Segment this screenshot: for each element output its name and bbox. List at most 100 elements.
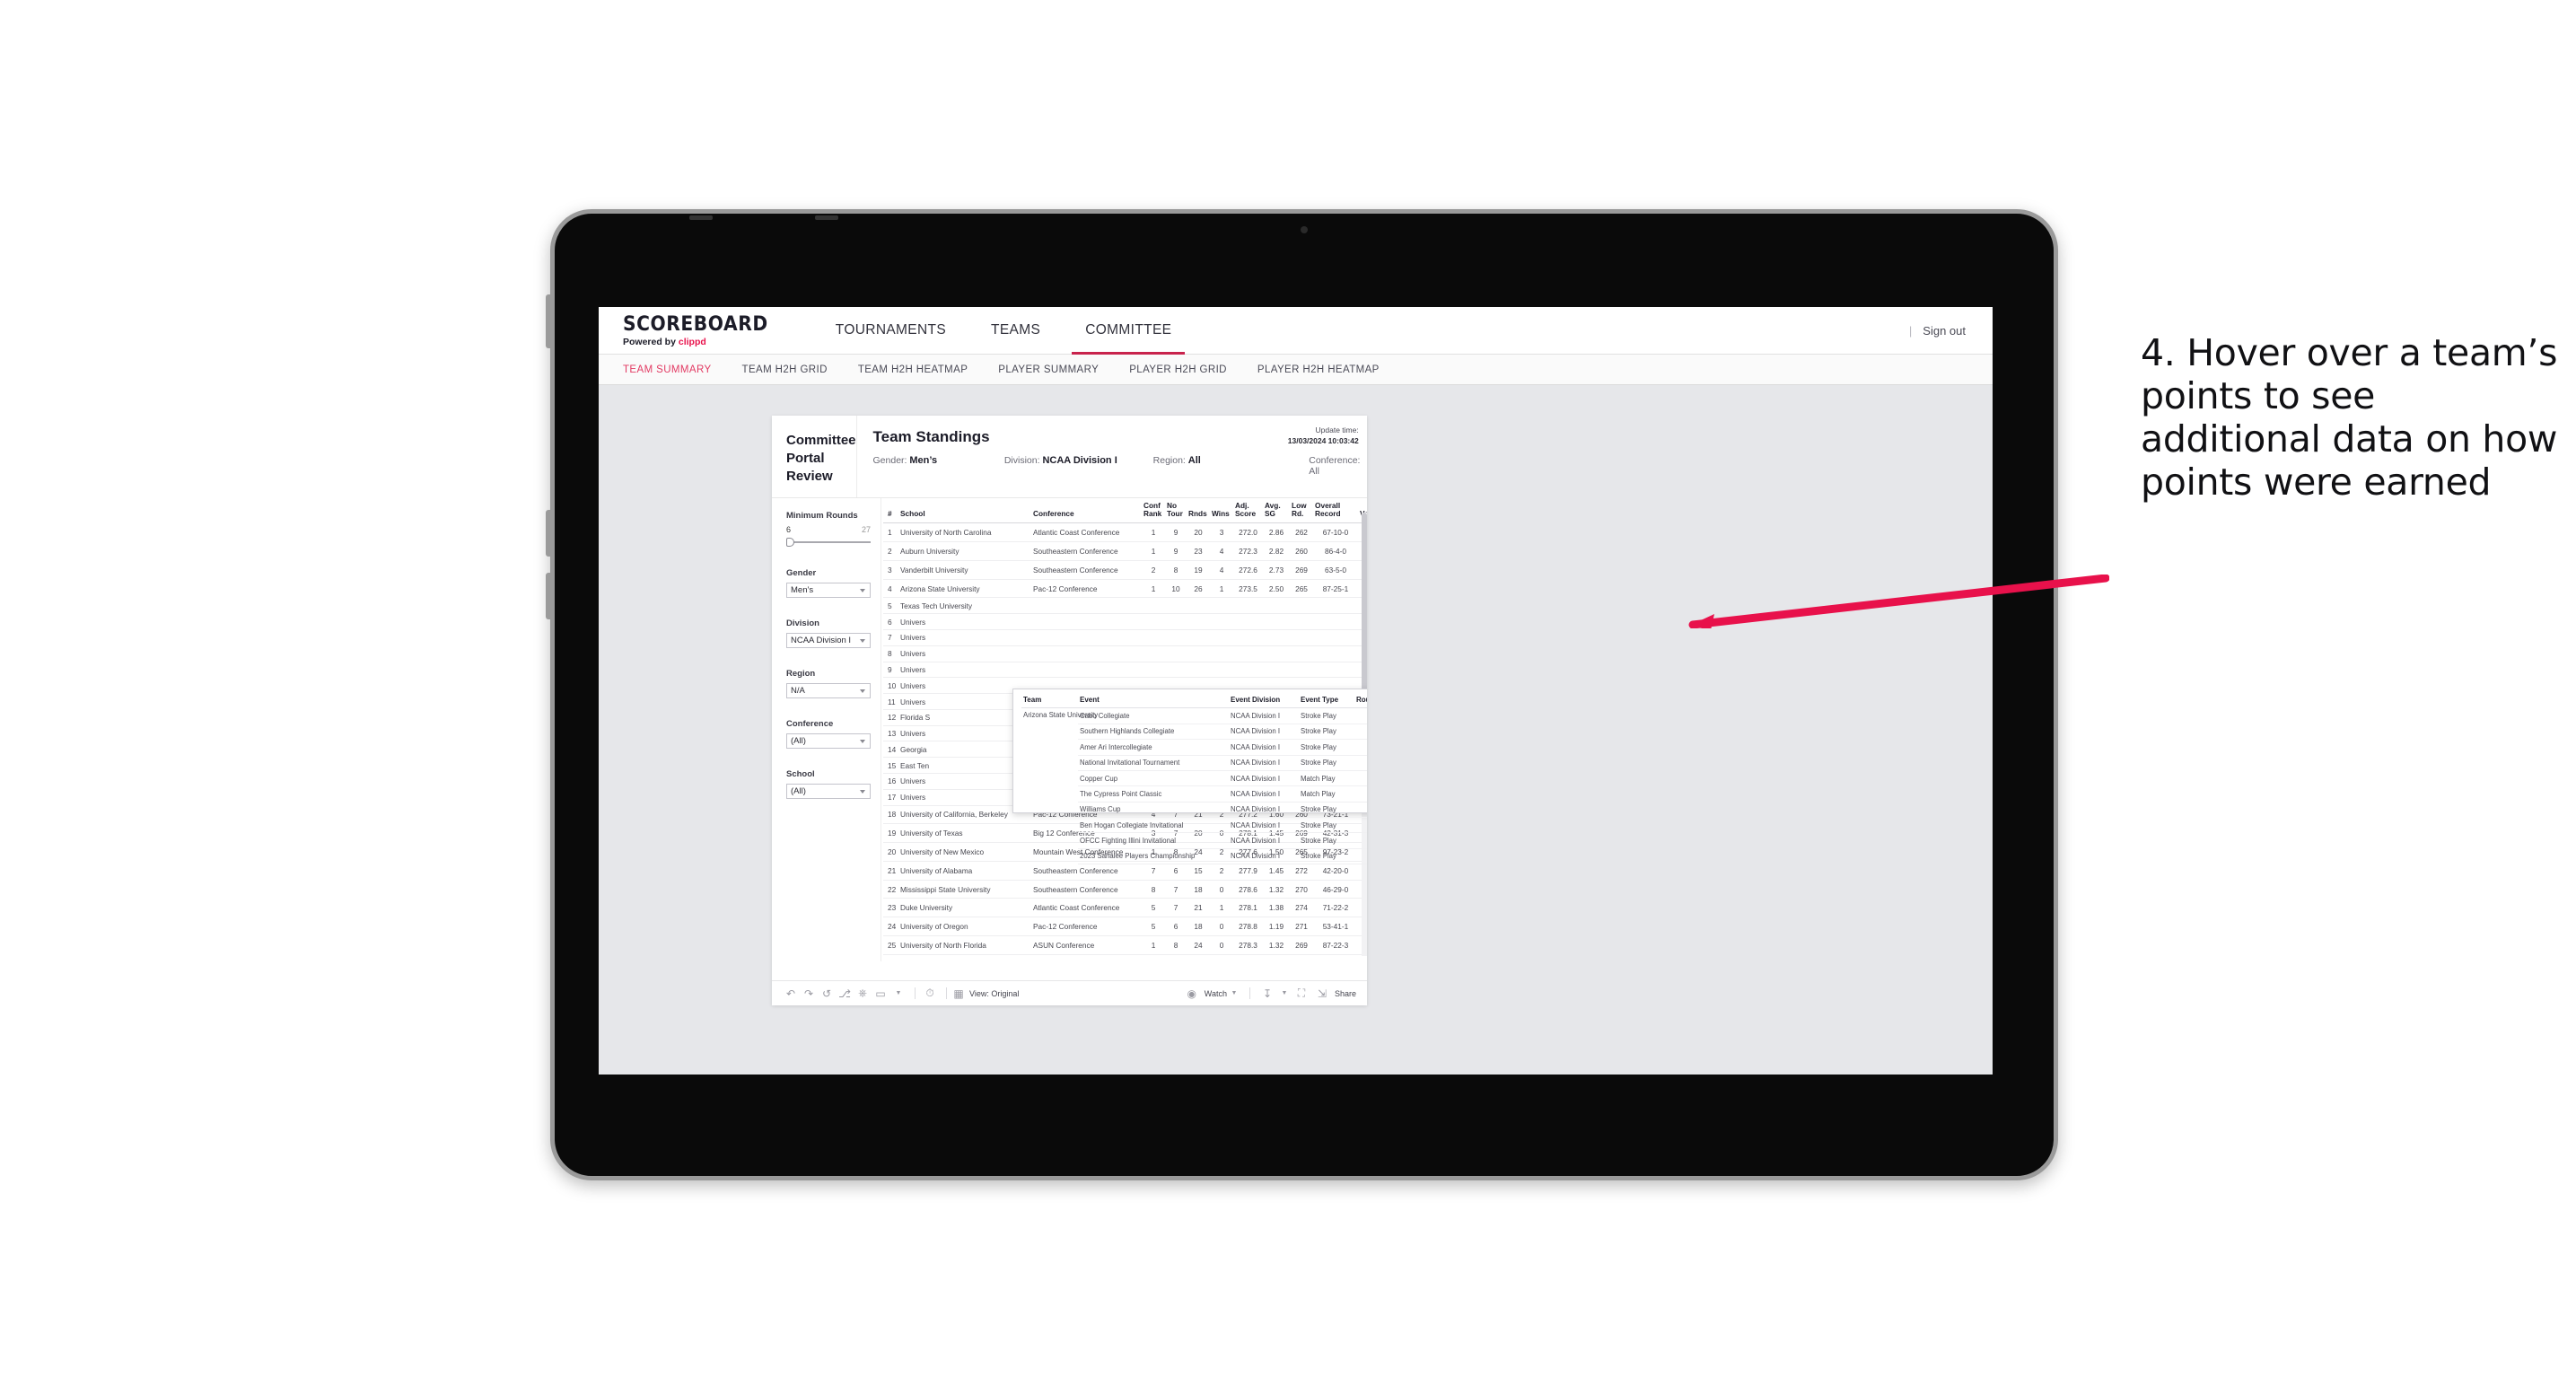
volume-button-up[interactable]: [546, 294, 551, 348]
cell-school: Duke University: [898, 898, 1031, 918]
cell-avg-sg: 1.32: [1263, 880, 1290, 899]
tip-cell-rounds: 3: [1354, 739, 1367, 756]
app-logo[interactable]: SCOREBOARD Powered by clippd: [599, 313, 799, 347]
nav-teams[interactable]: TEAMS: [968, 307, 1063, 355]
cell-school: Mississippi State University: [898, 880, 1031, 899]
school-dropdown-value: (All): [791, 786, 806, 797]
conference-dropdown[interactable]: (All): [786, 733, 871, 750]
volume-button-down[interactable]: [546, 510, 551, 557]
table-row[interactable]: 3 Vanderbilt University Southeastern Confe…: [883, 560, 1367, 580]
tab-player-summary[interactable]: PLAYER SUMMARY: [998, 364, 1099, 375]
nav-tournaments[interactable]: TOURNAMENTS: [813, 307, 968, 355]
tip-col-rounds: Rounds: [1354, 694, 1367, 709]
cell-conference: Southeastern Conference: [1031, 560, 1142, 580]
cell-low-rd: [1290, 645, 1313, 662]
redo-icon[interactable]: ↷: [801, 986, 817, 1002]
tab-team-h2h-grid[interactable]: TEAM H2H GRID: [742, 364, 828, 375]
col-avg-sg[interactable]: Avg. SG: [1263, 498, 1290, 524]
tip-col-event-type: Event Type: [1299, 694, 1354, 709]
view-original-label: View: Original: [969, 988, 1020, 998]
cell-no-tour: 10: [1165, 579, 1187, 599]
tip-cell-event: National Invitational Tournament: [1078, 755, 1229, 771]
chevron-down-icon[interactable]: ▼: [1230, 986, 1239, 1002]
view-original-button[interactable]: ▦ View: Original: [953, 986, 1019, 1002]
tip-cell-event-division: NCAA Division I: [1229, 832, 1299, 849]
update-time: Update time: 13/03/2024 10:03:42: [1288, 425, 1359, 447]
tab-player-h2h-heatmap[interactable]: PLAYER H2H HEATMAP: [1257, 364, 1380, 375]
table-row[interactable]: 26The Ohio State UniversityBig Ten Confe…: [883, 954, 1367, 962]
table-row[interactable]: 2 Auburn University Southeastern Conferenc…: [883, 541, 1367, 561]
region-dropdown[interactable]: N/A: [786, 683, 871, 699]
conference-dropdown-value: (All): [791, 736, 806, 747]
device-layout-icon[interactable]: ▭: [872, 986, 889, 1002]
school-dropdown[interactable]: (All): [786, 784, 871, 800]
cell-school: Arizona State University: [898, 579, 1031, 599]
table-row[interactable]: 7 Univers: [883, 629, 1367, 646]
cell-rnds: 24: [1187, 935, 1210, 955]
cell-school: Univers: [898, 613, 1031, 630]
refresh-icon[interactable]: ⎇: [837, 986, 853, 1002]
tip-cell-rounds: 2: [1354, 770, 1367, 787]
division-dropdown[interactable]: NCAA Division I: [786, 633, 871, 649]
gender-dropdown[interactable]: Men’s: [786, 583, 871, 599]
tip-cell-event-type: Stroke Play: [1299, 739, 1354, 756]
col-low-rd[interactable]: Low Rd.: [1290, 498, 1313, 524]
tooltip-table-head: Team Event Event Division Event Type Rou…: [1021, 694, 1367, 709]
cell-wins: 0: [1210, 880, 1233, 899]
table-row[interactable]: 9 Univers: [883, 662, 1367, 679]
pause-icon[interactable]: ⎈: [854, 986, 871, 1002]
table-row[interactable]: 6 Univers: [883, 613, 1367, 630]
power-button[interactable]: [546, 573, 551, 619]
history-icon[interactable]: ⏱: [922, 986, 938, 1002]
chevron-down-icon[interactable]: ▼: [1280, 986, 1289, 1002]
undo-icon[interactable]: ↶: [783, 986, 799, 1002]
cell-conference: [1031, 662, 1142, 679]
tab-team-summary[interactable]: TEAM SUMMARY: [623, 364, 712, 375]
table-row[interactable]: 5 Texas Tech University: [883, 597, 1367, 615]
chevron-down-icon: [860, 789, 865, 794]
cell-avg-sg: [1263, 662, 1290, 679]
minimum-rounds-slider[interactable]: [786, 537, 871, 548]
download-icon[interactable]: ↧: [1259, 986, 1275, 1002]
sign-out-link[interactable]: Sign out: [1923, 324, 1966, 338]
revert-icon[interactable]: ↺: [819, 986, 835, 1002]
table-row[interactable]: 1 University of North Carolina Atlantic Co…: [883, 522, 1367, 543]
cell-conference: Southeastern Conference: [1031, 541, 1142, 561]
standings-header-row: # School Conference Conf Rank No Tour Rn…: [883, 498, 1367, 524]
table-row[interactable]: 25 University of North Florida ASUN Confer…: [883, 935, 1367, 955]
share-label[interactable]: Share: [1335, 989, 1356, 998]
col-overall-rec[interactable]: Overall Record: [1313, 498, 1358, 524]
table-row[interactable]: 22 Mississippi State University Southeaste…: [883, 880, 1367, 899]
cell-rnds: 20: [1187, 522, 1210, 543]
filter-region: Region N/A: [786, 669, 871, 699]
table-row[interactable]: 8 Univers: [883, 645, 1367, 662]
slider-handle[interactable]: [786, 538, 794, 548]
cell-school: Auburn University: [898, 541, 1031, 561]
cell-school: Univers: [898, 773, 1031, 790]
table-row[interactable]: 24 University of Oregon Pac-12 Conference 5…: [883, 917, 1367, 937]
filter-gender: Gender Men’s: [786, 568, 871, 599]
cell-rank: 20: [883, 842, 898, 862]
table-row[interactable]: 23 Duke University Atlantic Coast Conferen…: [883, 898, 1367, 918]
col-conference[interactable]: Conference: [1031, 498, 1142, 524]
table-row[interactable]: 4 Arizona State University Pac-12 Conferen…: [883, 579, 1367, 599]
col-rank[interactable]: #: [883, 498, 898, 524]
cell-conference: ASUN Conference: [1031, 935, 1142, 955]
col-no-tour[interactable]: No Tour: [1165, 498, 1187, 524]
watch-label[interactable]: Watch: [1205, 989, 1227, 998]
col-conf-rank[interactable]: Conf Rank: [1142, 498, 1165, 524]
col-rnds[interactable]: Rnds: [1187, 498, 1210, 524]
cell-low-rd: 270: [1290, 880, 1313, 899]
tab-team-h2h-heatmap[interactable]: TEAM H2H HEATMAP: [858, 364, 968, 375]
cell-wins: 3: [1210, 522, 1233, 543]
tab-player-h2h-grid[interactable]: PLAYER H2H GRID: [1129, 364, 1227, 375]
nav-committee[interactable]: COMMITTEE: [1063, 307, 1194, 355]
col-wins[interactable]: Wins: [1210, 498, 1233, 524]
cell-conference: Atlantic Coast Conference: [1031, 522, 1142, 543]
col-school[interactable]: School: [898, 498, 1031, 524]
col-adj-score[interactable]: Adj. Score: [1233, 498, 1263, 524]
chevron-down-icon[interactable]: ▼: [890, 986, 907, 1002]
cell-conf-rank: 1: [1142, 522, 1165, 543]
fullscreen-icon[interactable]: ⛶: [1293, 986, 1310, 1002]
share-icon[interactable]: ⇲: [1314, 986, 1330, 1002]
